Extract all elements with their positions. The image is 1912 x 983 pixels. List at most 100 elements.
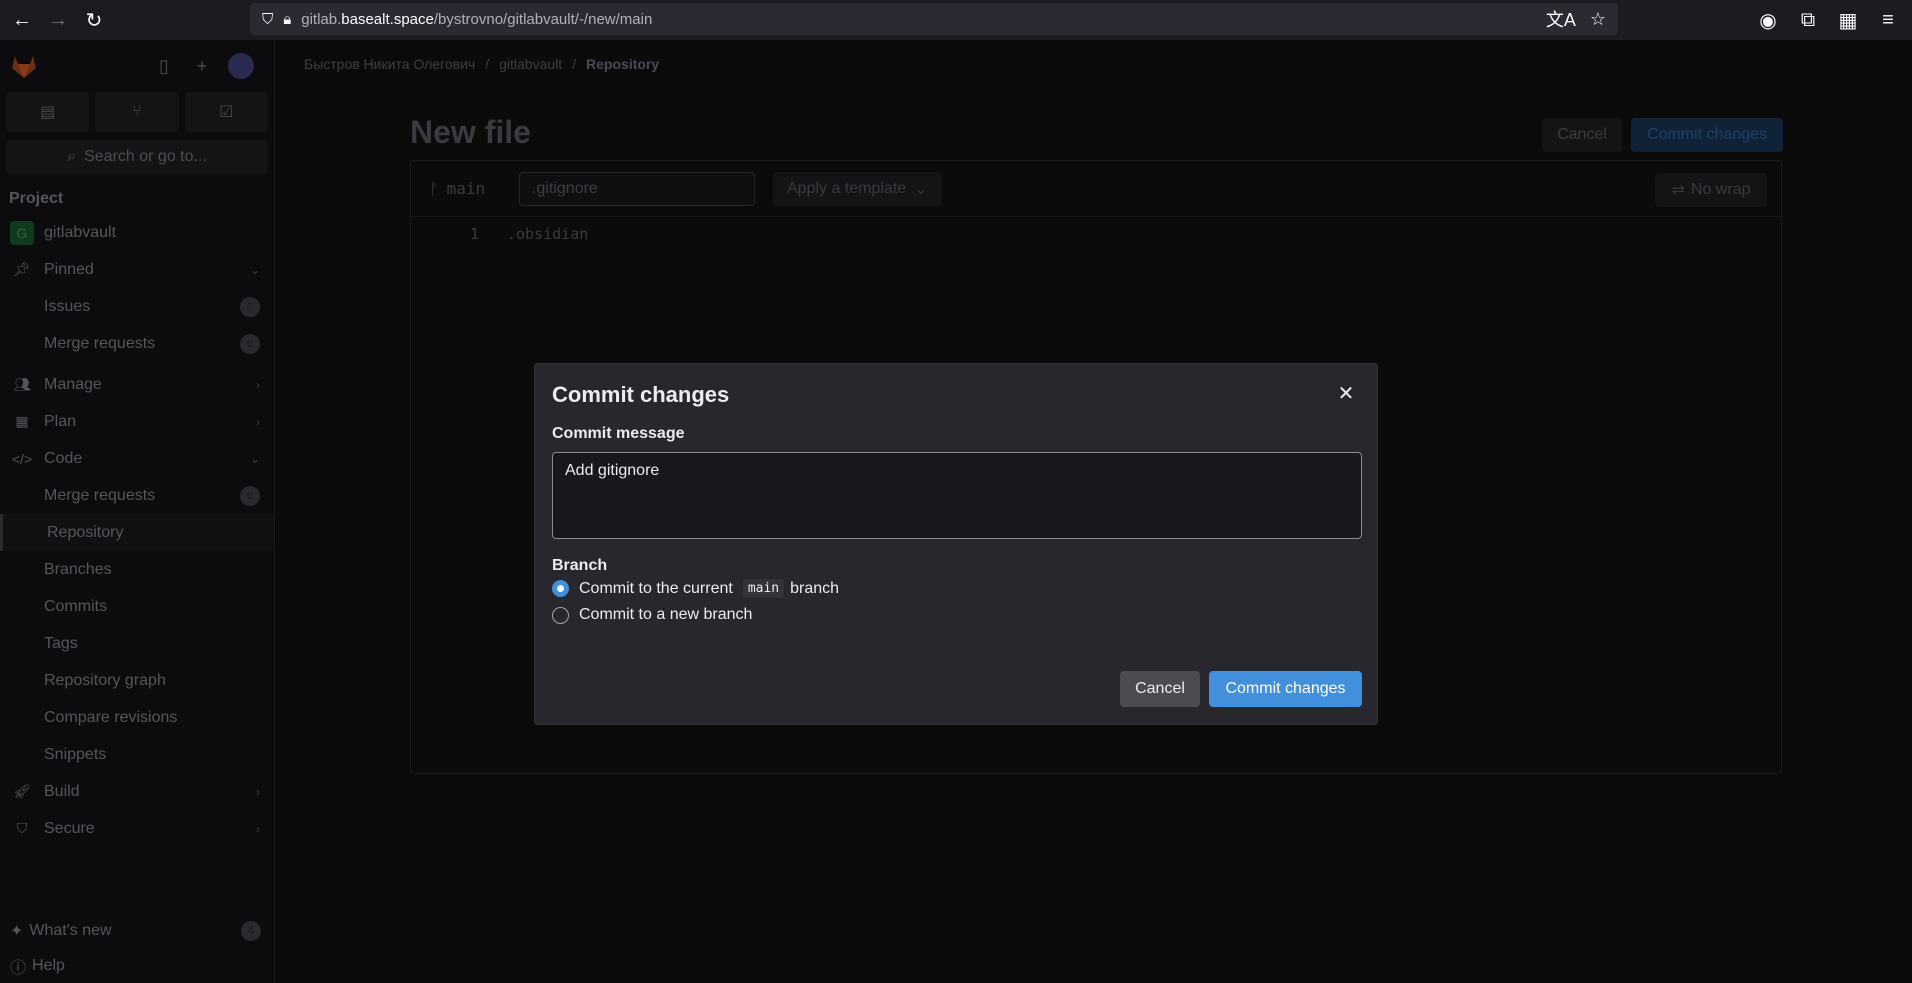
gitlab-app: ▯ + ▤ ⑂ ☑ ⌕ Search or go to... Project G… (0, 40, 1912, 983)
radio-button[interactable] (552, 606, 569, 624)
commit-changes-modal: Commit changes ✕ Commit message Add giti… (534, 363, 1378, 725)
help-item[interactable]: ⓘ Help (0, 949, 275, 983)
browser-toolbar: ← → ↻ ⛉ 🔒︎ gitlab. basealt.space/bystrovn… (0, 0, 1912, 40)
editor-header: ᚠ main .gitignore Apply a template ⌄ (411, 161, 1781, 217)
branch-label: Branch (552, 557, 608, 574)
breadcrumb-user[interactable]: Быстров Никита Олегович (304, 56, 475, 72)
chevron-down-icon: ⌄ (914, 180, 928, 198)
chevron-down-icon: ⌄ (249, 262, 260, 277)
create-new-icon[interactable]: + (190, 54, 214, 78)
count-badge: 4 (241, 920, 261, 941)
sidebar-item-merge-requests[interactable]: Merge requests 0 (0, 477, 274, 514)
bookmark-star-icon[interactable]: ☆ (1590, 9, 1606, 30)
sidebar-item-code[interactable]: </> Code ⌄ (0, 440, 274, 477)
url-prefix: gitlab. (301, 10, 342, 28)
sidebar-item-branches[interactable]: Branches (0, 551, 274, 588)
translate-icon[interactable]: 文A (1546, 6, 1576, 32)
sidebar-item-build[interactable]: 🚀︎ Build › (0, 773, 274, 810)
sidebar-item-snippets[interactable]: Snippets (0, 736, 274, 773)
count-badge: 0 (240, 333, 260, 354)
sidebar-item-plan[interactable]: ▦ Plan › (0, 403, 274, 440)
breadcrumb-project[interactable]: gitlabvault (499, 56, 562, 72)
sidebar-item-project[interactable]: G gitlabvault (0, 214, 274, 251)
url-path: /bystrovno/gitlabvault/-/new/main (433, 10, 653, 28)
line-text: .obsidian (507, 225, 589, 243)
help-icon: ⓘ (10, 960, 27, 977)
menu-hamburger-icon[interactable]: ≡ (1872, 2, 1904, 38)
close-icon[interactable]: ✕ (1335, 382, 1357, 405)
chevron-right-icon: › (256, 414, 260, 429)
sidebar-item-tags[interactable]: Tags (0, 625, 274, 662)
sidebar-item-repository-graph[interactable]: Repository graph (0, 662, 274, 699)
lock-icon: 🔒︎ (283, 10, 292, 28)
issues-tab-icon[interactable]: ▤ (6, 92, 90, 132)
chevron-down-icon: ⌄ (249, 451, 260, 466)
count-badge: 0 (240, 296, 260, 317)
code-icon: </> (11, 450, 33, 467)
todos-tab-icon[interactable]: ☑ (184, 92, 268, 132)
count-badge: 0 (240, 485, 260, 506)
url-host: basealt.space (341, 10, 434, 28)
chevron-right-icon: › (256, 377, 260, 392)
modal-cancel-button[interactable]: Cancel (1120, 671, 1200, 707)
radio-current-branch[interactable]: Commit to the current main branch (552, 579, 839, 598)
page-cancel-button[interactable]: Cancel (1542, 118, 1622, 152)
reload-icon[interactable]: ↻ (76, 2, 112, 38)
search-placeholder: Search or go to... (84, 148, 207, 165)
sidebar-item-repository[interactable]: Repository (0, 514, 274, 551)
no-wrap-button[interactable]: ⇌ No wrap (1655, 173, 1767, 207)
sidebar-toggle-icon[interactable]: ▯ (152, 54, 176, 78)
pin-icon: 📌︎ (13, 261, 31, 277)
gift-icon: ✦ (10, 922, 24, 940)
sidebar-search[interactable]: ⌕ Search or go to... (6, 140, 268, 174)
sidebar-item-issues[interactable]: Issues 0 (0, 288, 274, 325)
sidebar-bottom: ✦ What's new 4 ⓘ Help (0, 912, 275, 983)
page-title: New file (410, 114, 531, 150)
chevron-right-icon: › (256, 821, 260, 836)
branch-label: ᚠ main (429, 179, 486, 198)
merge-requests-tab-icon[interactable]: ⑂ (95, 92, 179, 132)
commit-message-input[interactable]: Add gitignore (552, 452, 1362, 539)
radio-button-checked[interactable] (552, 580, 569, 597)
sidebar-quick-tabs: ▤ ⑂ ☑ (0, 92, 274, 132)
modal-commit-button[interactable]: Commit changes (1209, 671, 1362, 707)
account-icon[interactable]: ◉ (1752, 2, 1784, 38)
extensions-icon[interactable]: ⧉ (1792, 2, 1824, 38)
user-avatar[interactable] (228, 53, 254, 79)
branch-icon: ᚠ (429, 179, 439, 198)
chevron-right-icon: › (256, 784, 260, 799)
gitlab-logo-icon[interactable] (10, 53, 38, 79)
shield-icon: ⛉ (262, 10, 274, 28)
page-commit-button[interactable]: Commit changes (1631, 118, 1783, 152)
sidebar-item-commits[interactable]: Commits (0, 588, 274, 625)
radio-new-branch[interactable]: Commit to a new branch (552, 606, 752, 624)
address-bar[interactable]: ⛉ 🔒︎ gitlab. basealt.space/bystrovno/gitl… (250, 3, 1618, 35)
filename-input[interactable]: .gitignore (519, 171, 755, 206)
breadcrumb: Быстров Никита Олегович / gitlabvault / … (304, 56, 660, 72)
sidebar-item-pinned[interactable]: 📌︎ Pinned ⌄ (0, 251, 274, 288)
line-number: 1 (469, 225, 479, 243)
breadcrumb-current[interactable]: Repository (586, 56, 659, 72)
users-icon: 👥︎ (13, 376, 31, 392)
modal-title: Commit changes (552, 382, 730, 407)
apps-grid-icon[interactable]: ▦ (1832, 2, 1864, 38)
whats-new-item[interactable]: ✦ What's new 4 (0, 912, 275, 949)
sidebar-item-secure[interactable]: ⛉ Secure › (0, 810, 274, 847)
commit-message-label: Commit message (552, 425, 685, 442)
forward-arrow-icon[interactable]: → (40, 2, 76, 38)
left-sidebar: ▯ + ▤ ⑂ ☑ ⌕ Search or go to... Project G… (0, 40, 275, 983)
branch-code-chip: main (742, 579, 785, 598)
shield-icon: ⛉ (16, 820, 28, 836)
search-icon: ⌕ (67, 148, 77, 165)
sidebar-item-merge-requests-pinned[interactable]: Merge requests 0 (0, 325, 274, 362)
project-name: gitlabvault (44, 223, 117, 241)
apply-template-dropdown[interactable]: Apply a template ⌄ (773, 171, 942, 206)
sidebar-item-manage[interactable]: 👥︎ Manage › (0, 366, 274, 403)
calendar-icon: ▦ (15, 413, 29, 429)
wrap-icon: ⇌ (1671, 182, 1685, 199)
sidebar-section-label: Project (9, 190, 64, 207)
sidebar-item-compare-revisions[interactable]: Compare revisions (0, 699, 274, 736)
sidebar-top: ▯ + (0, 40, 274, 92)
back-arrow-icon[interactable]: ← (4, 2, 40, 38)
project-avatar: G (10, 220, 34, 245)
